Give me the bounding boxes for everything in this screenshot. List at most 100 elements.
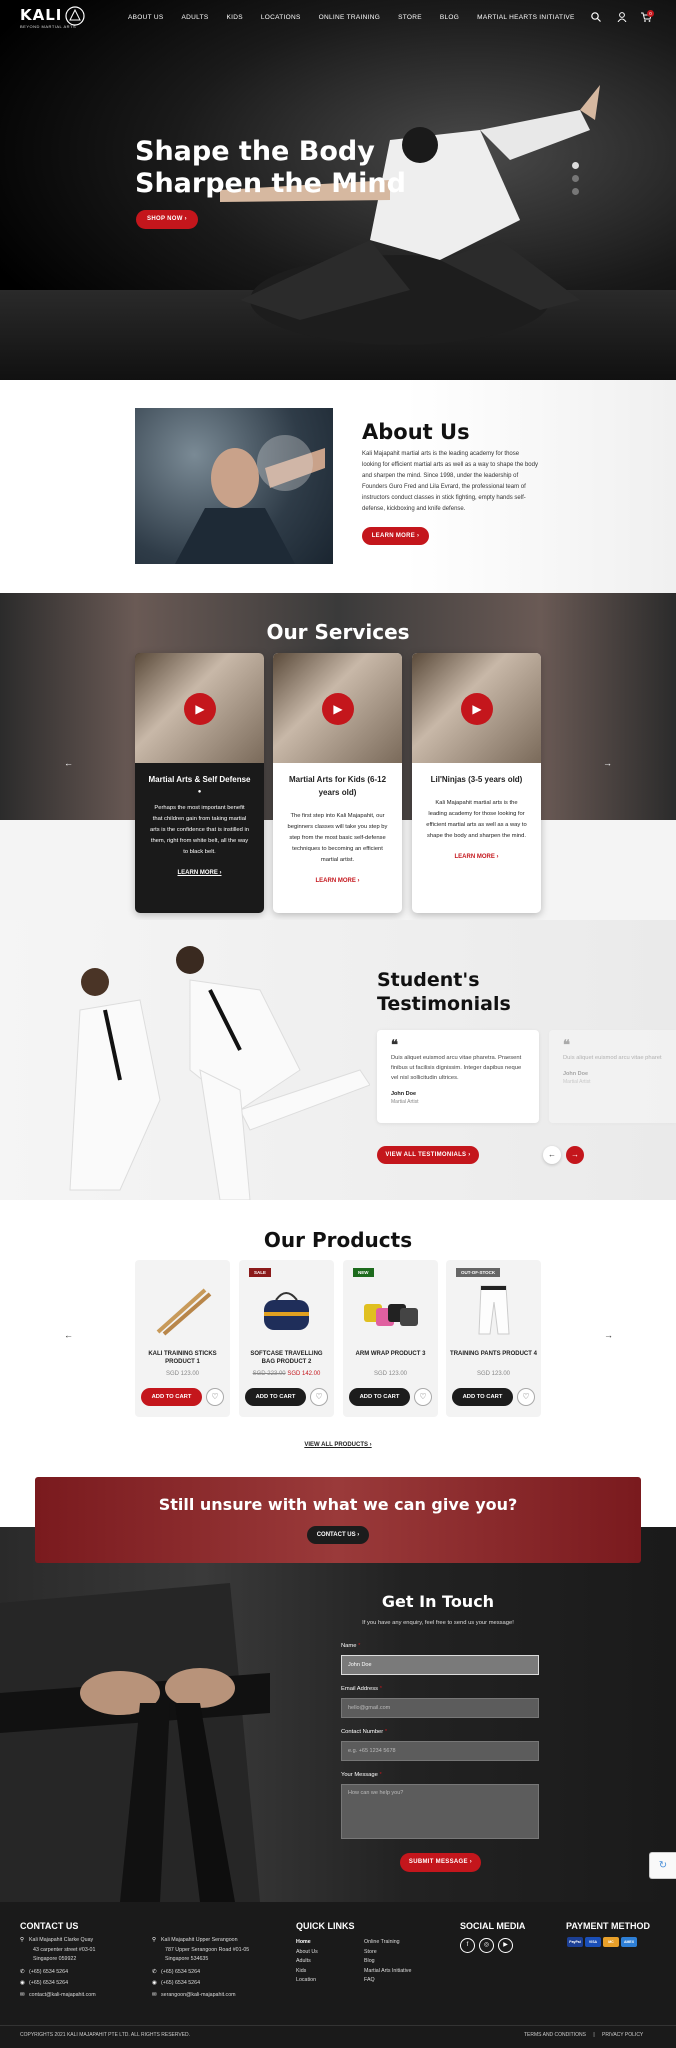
services-prev-arrow[interactable]: ← xyxy=(64,758,73,768)
email-field[interactable]: hello@gmail.com xyxy=(341,1698,539,1718)
product-card-1[interactable]: KALI TRAINING STICKS PRODUCT 1 SGD 123.0… xyxy=(135,1260,230,1417)
play-icon[interactable]: ▶ xyxy=(461,693,493,725)
service-video-thumbnail[interactable]: ▶ xyxy=(273,653,402,763)
contact-us-button[interactable]: CONTACT US › xyxy=(307,1526,369,1544)
privacy-link[interactable]: PRIVACY POLICY xyxy=(602,2032,643,2038)
nav-blog[interactable]: BLOG xyxy=(440,14,459,21)
loc1-whatsapp[interactable]: (+65) 6534 5264 xyxy=(29,1980,68,1986)
quick-link-adults[interactable]: Adults xyxy=(296,1957,318,1967)
play-icon[interactable]: ▶ xyxy=(322,693,354,725)
testimonials-prev-button[interactable]: ← xyxy=(543,1146,561,1164)
loc1-email[interactable]: contact@kali-majapahit.com xyxy=(29,1992,96,1998)
play-icon[interactable]: ▶ xyxy=(184,693,216,725)
nav-locations[interactable]: LOCATIONS xyxy=(261,14,301,21)
quick-link-about[interactable]: About Us xyxy=(296,1948,318,1958)
testimonials-next-button[interactable]: → xyxy=(566,1146,584,1164)
product-name[interactable]: ARM WRAP PRODUCT 3 xyxy=(347,1350,434,1358)
wishlist-heart-icon[interactable]: ♡ xyxy=(310,1388,328,1406)
loc2-name: Kali Majapahit Upper Serangoon xyxy=(161,1937,238,1943)
quick-link-kids[interactable]: Kids xyxy=(296,1967,318,1977)
terms-link[interactable]: TERMS AND CONDITIONS xyxy=(524,2032,586,2038)
product-image-bag[interactable] xyxy=(254,1282,319,1337)
testimonial-text: Duis aliquet euismod arcu vitae pharetra… xyxy=(563,1055,662,1061)
service-learn-more-link[interactable]: LEARN MORE › xyxy=(412,854,541,860)
loc2-phone[interactable]: (+65) 6534 5264 xyxy=(161,1969,200,1975)
product-name[interactable]: KALI TRAINING STICKS PRODUCT 1 xyxy=(139,1350,226,1366)
search-icon[interactable] xyxy=(591,12,601,22)
cta-banner xyxy=(35,1477,641,1563)
slider-dot[interactable] xyxy=(572,188,579,195)
product-card-2[interactable]: SALE SOFTCASE TRAVELLING BAG PRODUCT 2 S… xyxy=(239,1260,334,1417)
slider-dot[interactable] xyxy=(572,175,579,182)
loc2-email[interactable]: serangoon@kali-majapahit.com xyxy=(161,1992,236,1998)
name-label: Name * xyxy=(341,1643,360,1649)
loc1-address: 43 carpenter street #03-01 xyxy=(33,1946,96,1953)
quick-link-store[interactable]: Store xyxy=(364,1948,411,1958)
quick-link-faq[interactable]: FAQ xyxy=(364,1976,411,1986)
quick-link-home[interactable]: Home xyxy=(296,1938,318,1948)
loc2-whatsapp[interactable]: (+65) 6534 5264 xyxy=(161,1980,200,1986)
phone-field[interactable]: e.g. +65 1234 5678 xyxy=(341,1741,539,1761)
wishlist-heart-icon[interactable]: ♡ xyxy=(517,1388,535,1406)
products-prev-arrow[interactable]: ← xyxy=(64,1330,73,1340)
wishlist-heart-icon[interactable]: ♡ xyxy=(206,1388,224,1406)
view-all-products-link[interactable]: VIEW ALL PRODUCTS › xyxy=(0,1442,676,1448)
product-image-arm-wrap[interactable] xyxy=(358,1282,423,1337)
service-card-kids[interactable]: ▶ Martial Arts for Kids (6-12 years old)… xyxy=(273,653,402,913)
footer-contact-title: CONTACT US xyxy=(20,1921,79,1931)
nav-adults[interactable]: ADULTS xyxy=(182,14,209,21)
service-video-thumbnail[interactable]: ▶ xyxy=(412,653,541,763)
footer-location-2: ⚲ Kali Majapahit Upper Serangoon 787 Uppe… xyxy=(152,1936,249,2000)
product-name[interactable]: SOFTCASE TRAVELLING BAG PRODUCT 2 xyxy=(243,1350,330,1366)
product-price-current: SGD 123.00 xyxy=(165,1371,200,1377)
submit-message-button[interactable]: SUBMIT MESSAGE › xyxy=(400,1853,481,1872)
facebook-icon[interactable]: f xyxy=(460,1938,475,1953)
service-video-thumbnail[interactable]: ▶ xyxy=(135,653,264,763)
footer-divider xyxy=(0,2025,676,2026)
product-image-pants[interactable] xyxy=(461,1282,526,1337)
shop-now-button[interactable]: SHOP NOW › xyxy=(136,210,198,229)
services-next-arrow[interactable]: → xyxy=(603,758,612,768)
loc1-phone[interactable]: (+65) 6534 5264 xyxy=(29,1969,68,1975)
service-learn-more-link[interactable]: LEARN MORE › xyxy=(135,870,264,876)
nav-kids[interactable]: KIDS xyxy=(226,14,242,21)
wishlist-heart-icon[interactable]: ♡ xyxy=(414,1388,432,1406)
service-card-lil-ninjas[interactable]: ▶ Lil'Ninjas (3-5 years old) Kali Majapa… xyxy=(412,653,541,913)
quick-link-blog[interactable]: Blog xyxy=(364,1957,411,1967)
recaptcha-icon[interactable]: ↻ xyxy=(649,1852,676,1879)
add-to-cart-button[interactable]: ADD TO CART xyxy=(245,1388,306,1406)
product-card-3[interactable]: NEW ARM WRAP PRODUCT 3 SGD 123.00 ADD TO… xyxy=(343,1260,438,1417)
instagram-icon[interactable]: ◎ xyxy=(479,1938,494,1953)
product-card-4[interactable]: OUT-OF-STOCK TRAINING PANTS PRODUCT 4 SG… xyxy=(446,1260,541,1417)
quick-link-martial-arts-initiative[interactable]: Martial Arts Initiative xyxy=(364,1967,411,1977)
view-all-testimonials-button[interactable]: VIEW ALL TESTIMONIALS › xyxy=(377,1146,479,1164)
footer-location-1: ⚲ Kali Majapahit Clarke Quay 43 carpenter… xyxy=(20,1936,96,2000)
products-next-arrow[interactable]: → xyxy=(604,1330,613,1340)
nav-store[interactable]: STORE xyxy=(398,14,422,21)
product-image-sticks[interactable] xyxy=(150,1282,215,1337)
footer-legal-links: TERMS AND CONDITIONS | PRIVACY POLICY xyxy=(524,2032,643,2038)
nav-online-training[interactable]: ONLINE TRAINING xyxy=(319,14,380,21)
quick-link-location[interactable]: Location xyxy=(296,1976,318,1986)
service-card-title: Martial Arts & Self Defense xyxy=(148,775,251,784)
nav-about-us[interactable]: ABOUT US xyxy=(128,14,164,21)
nav-martial-hearts[interactable]: MARTIAL HEARTS INITIATIVE xyxy=(477,14,575,21)
message-field[interactable]: How can we help you? xyxy=(341,1784,539,1839)
user-icon[interactable] xyxy=(617,12,627,22)
service-learn-more-link[interactable]: LEARN MORE › xyxy=(273,878,402,884)
quick-link-online-training[interactable]: Online Training xyxy=(364,1938,411,1948)
add-to-cart-button[interactable]: ADD TO CART xyxy=(452,1388,513,1406)
service-card-title: Martial Arts for Kids (6-12 years old) xyxy=(288,775,387,797)
youtube-icon[interactable]: ▶ xyxy=(498,1938,513,1953)
slider-dot-active[interactable] xyxy=(572,162,579,169)
quote-icon: ❝ xyxy=(391,1037,398,1052)
hero-title: Shape the Body Sharpen the Mind xyxy=(135,136,425,200)
product-name[interactable]: TRAINING PANTS PRODUCT 4 xyxy=(450,1350,537,1358)
testimonial-card-next: ❝ Duis aliquet euismod arcu vitae pharet… xyxy=(549,1030,676,1123)
name-label-text: Name xyxy=(341,1643,357,1649)
add-to-cart-button[interactable]: ADD TO CART xyxy=(349,1388,410,1406)
about-learn-more-button[interactable]: LEARN MORE › xyxy=(362,527,429,545)
service-card-self-defense[interactable]: ▶ Martial Arts & Self Defense ● Perhaps … xyxy=(135,653,264,913)
name-field[interactable]: John Doe xyxy=(341,1655,539,1675)
add-to-cart-button[interactable]: ADD TO CART xyxy=(141,1388,202,1406)
